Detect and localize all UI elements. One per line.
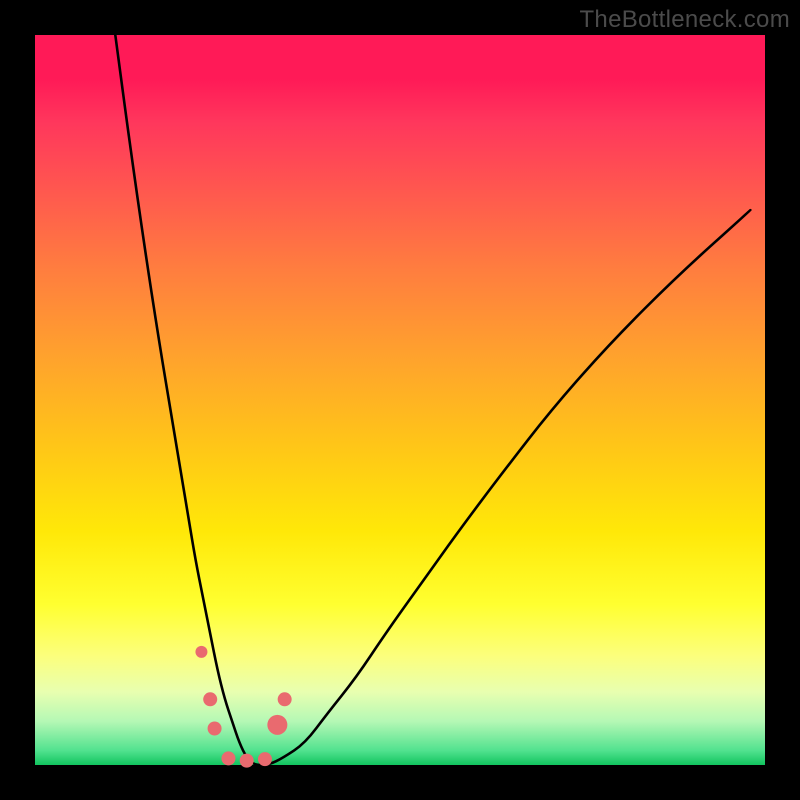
highlight-point (208, 722, 222, 736)
highlight-point (203, 692, 217, 706)
highlight-point (221, 751, 235, 765)
chart-frame: TheBottleneck.com (0, 0, 800, 800)
highlight-point (240, 754, 254, 768)
bottleneck-curve (115, 35, 750, 765)
plot-area (35, 35, 765, 765)
highlight-point (195, 646, 207, 658)
highlight-point (278, 692, 292, 706)
watermark-text: TheBottleneck.com (579, 6, 790, 34)
curve-layer (35, 35, 765, 765)
highlight-point (267, 715, 287, 735)
highlight-point (258, 752, 272, 766)
